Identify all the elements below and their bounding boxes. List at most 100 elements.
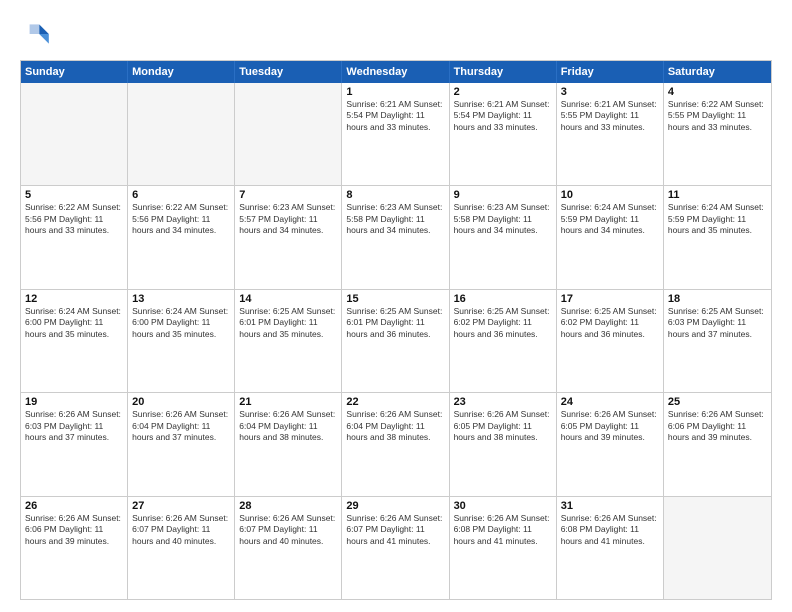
- logo: [20, 18, 56, 50]
- calendar-cell: 11Sunrise: 6:24 AM Sunset: 5:59 PM Dayli…: [664, 186, 771, 288]
- day-number: 16: [454, 293, 552, 305]
- day-info: Sunrise: 6:25 AM Sunset: 6:01 PM Dayligh…: [239, 306, 337, 340]
- calendar-cell: 28Sunrise: 6:26 AM Sunset: 6:07 PM Dayli…: [235, 497, 342, 599]
- header-day-monday: Monday: [128, 61, 235, 83]
- calendar-cell: 23Sunrise: 6:26 AM Sunset: 6:05 PM Dayli…: [450, 393, 557, 495]
- calendar-header: SundayMondayTuesdayWednesdayThursdayFrid…: [21, 61, 771, 83]
- day-info: Sunrise: 6:25 AM Sunset: 6:01 PM Dayligh…: [346, 306, 444, 340]
- day-info: Sunrise: 6:22 AM Sunset: 5:56 PM Dayligh…: [25, 202, 123, 236]
- header-day-sunday: Sunday: [21, 61, 128, 83]
- calendar-cell: [128, 83, 235, 185]
- calendar-row-3: 12Sunrise: 6:24 AM Sunset: 6:00 PM Dayli…: [21, 289, 771, 392]
- day-info: Sunrise: 6:24 AM Sunset: 6:00 PM Dayligh…: [25, 306, 123, 340]
- day-number: 29: [346, 500, 444, 512]
- day-info: Sunrise: 6:23 AM Sunset: 5:58 PM Dayligh…: [346, 202, 444, 236]
- day-info: Sunrise: 6:26 AM Sunset: 6:06 PM Dayligh…: [668, 409, 767, 443]
- day-info: Sunrise: 6:21 AM Sunset: 5:54 PM Dayligh…: [454, 99, 552, 133]
- calendar-cell: 10Sunrise: 6:24 AM Sunset: 5:59 PM Dayli…: [557, 186, 664, 288]
- day-info: Sunrise: 6:26 AM Sunset: 6:05 PM Dayligh…: [454, 409, 552, 443]
- day-info: Sunrise: 6:25 AM Sunset: 6:02 PM Dayligh…: [454, 306, 552, 340]
- day-info: Sunrise: 6:23 AM Sunset: 5:57 PM Dayligh…: [239, 202, 337, 236]
- calendar-cell: [21, 83, 128, 185]
- calendar-cell: [235, 83, 342, 185]
- day-number: 21: [239, 396, 337, 408]
- calendar-cell: 8Sunrise: 6:23 AM Sunset: 5:58 PM Daylig…: [342, 186, 449, 288]
- header: [20, 18, 772, 50]
- day-number: 6: [132, 189, 230, 201]
- page: SundayMondayTuesdayWednesdayThursdayFrid…: [0, 0, 792, 612]
- day-number: 13: [132, 293, 230, 305]
- day-number: 14: [239, 293, 337, 305]
- day-info: Sunrise: 6:22 AM Sunset: 5:56 PM Dayligh…: [132, 202, 230, 236]
- day-info: Sunrise: 6:26 AM Sunset: 6:07 PM Dayligh…: [132, 513, 230, 547]
- calendar-cell: 16Sunrise: 6:25 AM Sunset: 6:02 PM Dayli…: [450, 290, 557, 392]
- day-number: 27: [132, 500, 230, 512]
- day-number: 24: [561, 396, 659, 408]
- calendar-cell: 1Sunrise: 6:21 AM Sunset: 5:54 PM Daylig…: [342, 83, 449, 185]
- day-info: Sunrise: 6:22 AM Sunset: 5:55 PM Dayligh…: [668, 99, 767, 133]
- calendar-body: 1Sunrise: 6:21 AM Sunset: 5:54 PM Daylig…: [21, 83, 771, 599]
- day-number: 22: [346, 396, 444, 408]
- day-number: 12: [25, 293, 123, 305]
- day-number: 18: [668, 293, 767, 305]
- day-info: Sunrise: 6:26 AM Sunset: 6:04 PM Dayligh…: [346, 409, 444, 443]
- day-number: 28: [239, 500, 337, 512]
- calendar-cell: 9Sunrise: 6:23 AM Sunset: 5:58 PM Daylig…: [450, 186, 557, 288]
- day-number: 11: [668, 189, 767, 201]
- day-info: Sunrise: 6:26 AM Sunset: 6:03 PM Dayligh…: [25, 409, 123, 443]
- header-day-tuesday: Tuesday: [235, 61, 342, 83]
- calendar-cell: 14Sunrise: 6:25 AM Sunset: 6:01 PM Dayli…: [235, 290, 342, 392]
- calendar-row-2: 5Sunrise: 6:22 AM Sunset: 5:56 PM Daylig…: [21, 185, 771, 288]
- day-number: 23: [454, 396, 552, 408]
- day-info: Sunrise: 6:25 AM Sunset: 6:03 PM Dayligh…: [668, 306, 767, 340]
- day-info: Sunrise: 6:26 AM Sunset: 6:08 PM Dayligh…: [454, 513, 552, 547]
- calendar-cell: 5Sunrise: 6:22 AM Sunset: 5:56 PM Daylig…: [21, 186, 128, 288]
- calendar-cell: 27Sunrise: 6:26 AM Sunset: 6:07 PM Dayli…: [128, 497, 235, 599]
- calendar-row-5: 26Sunrise: 6:26 AM Sunset: 6:06 PM Dayli…: [21, 496, 771, 599]
- header-day-friday: Friday: [557, 61, 664, 83]
- day-number: 26: [25, 500, 123, 512]
- header-day-thursday: Thursday: [450, 61, 557, 83]
- calendar-cell: 18Sunrise: 6:25 AM Sunset: 6:03 PM Dayli…: [664, 290, 771, 392]
- calendar-cell: 6Sunrise: 6:22 AM Sunset: 5:56 PM Daylig…: [128, 186, 235, 288]
- day-number: 2: [454, 86, 552, 98]
- day-info: Sunrise: 6:26 AM Sunset: 6:05 PM Dayligh…: [561, 409, 659, 443]
- day-info: Sunrise: 6:21 AM Sunset: 5:54 PM Dayligh…: [346, 99, 444, 133]
- calendar-cell: 20Sunrise: 6:26 AM Sunset: 6:04 PM Dayli…: [128, 393, 235, 495]
- calendar-cell: 24Sunrise: 6:26 AM Sunset: 6:05 PM Dayli…: [557, 393, 664, 495]
- day-number: 25: [668, 396, 767, 408]
- day-info: Sunrise: 6:26 AM Sunset: 6:06 PM Dayligh…: [25, 513, 123, 547]
- calendar-row-1: 1Sunrise: 6:21 AM Sunset: 5:54 PM Daylig…: [21, 83, 771, 185]
- day-number: 5: [25, 189, 123, 201]
- day-number: 15: [346, 293, 444, 305]
- day-info: Sunrise: 6:25 AM Sunset: 6:02 PM Dayligh…: [561, 306, 659, 340]
- day-number: 9: [454, 189, 552, 201]
- calendar-cell: 13Sunrise: 6:24 AM Sunset: 6:00 PM Dayli…: [128, 290, 235, 392]
- header-day-saturday: Saturday: [664, 61, 771, 83]
- day-info: Sunrise: 6:24 AM Sunset: 5:59 PM Dayligh…: [668, 202, 767, 236]
- calendar-cell: 17Sunrise: 6:25 AM Sunset: 6:02 PM Dayli…: [557, 290, 664, 392]
- day-number: 31: [561, 500, 659, 512]
- day-info: Sunrise: 6:24 AM Sunset: 5:59 PM Dayligh…: [561, 202, 659, 236]
- calendar-cell: 7Sunrise: 6:23 AM Sunset: 5:57 PM Daylig…: [235, 186, 342, 288]
- day-info: Sunrise: 6:26 AM Sunset: 6:07 PM Dayligh…: [239, 513, 337, 547]
- day-number: 1: [346, 86, 444, 98]
- day-number: 19: [25, 396, 123, 408]
- day-info: Sunrise: 6:26 AM Sunset: 6:04 PM Dayligh…: [239, 409, 337, 443]
- calendar-cell: 25Sunrise: 6:26 AM Sunset: 6:06 PM Dayli…: [664, 393, 771, 495]
- calendar-cell: 2Sunrise: 6:21 AM Sunset: 5:54 PM Daylig…: [450, 83, 557, 185]
- day-number: 4: [668, 86, 767, 98]
- calendar-cell: 31Sunrise: 6:26 AM Sunset: 6:08 PM Dayli…: [557, 497, 664, 599]
- day-number: 3: [561, 86, 659, 98]
- day-info: Sunrise: 6:23 AM Sunset: 5:58 PM Dayligh…: [454, 202, 552, 236]
- calendar: SundayMondayTuesdayWednesdayThursdayFrid…: [20, 60, 772, 600]
- header-day-wednesday: Wednesday: [342, 61, 449, 83]
- day-number: 17: [561, 293, 659, 305]
- logo-icon: [20, 18, 52, 50]
- day-info: Sunrise: 6:21 AM Sunset: 5:55 PM Dayligh…: [561, 99, 659, 133]
- calendar-cell: 21Sunrise: 6:26 AM Sunset: 6:04 PM Dayli…: [235, 393, 342, 495]
- calendar-cell: 15Sunrise: 6:25 AM Sunset: 6:01 PM Dayli…: [342, 290, 449, 392]
- calendar-cell: 26Sunrise: 6:26 AM Sunset: 6:06 PM Dayli…: [21, 497, 128, 599]
- day-number: 10: [561, 189, 659, 201]
- calendar-cell: 3Sunrise: 6:21 AM Sunset: 5:55 PM Daylig…: [557, 83, 664, 185]
